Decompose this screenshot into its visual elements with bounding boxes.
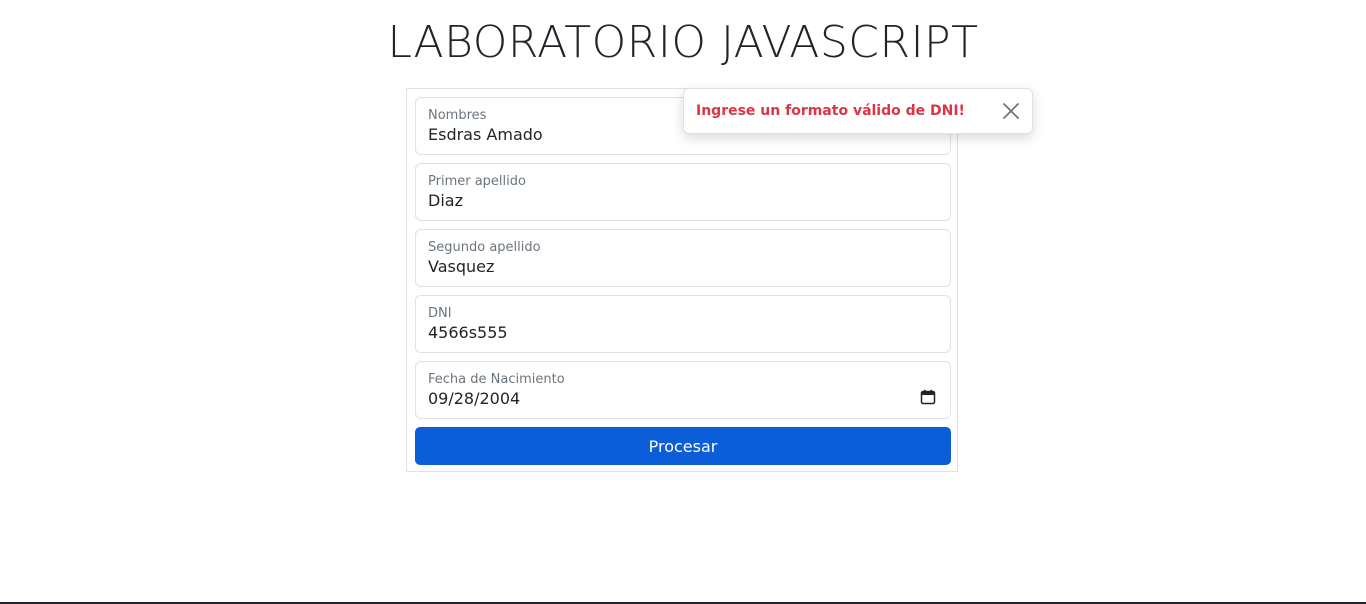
segundo-apellido-label: Segundo apellido (428, 240, 541, 255)
fecha-nacimiento-input[interactable]: 09/28/2004 (428, 389, 520, 409)
fecha-nacimiento-field[interactable]: Fecha de Nacimiento 09/28/2004 (415, 361, 951, 419)
close-icon[interactable] (1002, 102, 1020, 120)
dni-input[interactable]: 4566s555 (428, 323, 508, 343)
segundo-apellido-field[interactable]: Segundo apellido Vasquez (415, 229, 951, 287)
registration-form: Nombres Esdras Amado Primer apellido Dia… (406, 88, 958, 472)
page-title: LABORATORIO JAVASCRIPT (387, 17, 979, 68)
dni-field[interactable]: DNI 4566s555 (415, 295, 951, 353)
primer-apellido-field[interactable]: Primer apellido Diaz (415, 163, 951, 221)
nombres-label: Nombres (428, 108, 487, 123)
dni-label: DNI (428, 306, 452, 321)
primer-apellido-input[interactable]: Diaz (428, 191, 463, 211)
procesar-button[interactable]: Procesar (415, 427, 951, 465)
segundo-apellido-input[interactable]: Vasquez (428, 257, 494, 277)
fecha-nacimiento-label: Fecha de Nacimiento (428, 372, 565, 387)
primer-apellido-label: Primer apellido (428, 174, 526, 189)
error-toast: Ingrese un formato válido de DNI! (683, 88, 1033, 134)
calendar-icon[interactable] (920, 389, 936, 405)
toast-message: Ingrese un formato válido de DNI! (696, 103, 965, 119)
nombres-input[interactable]: Esdras Amado (428, 125, 543, 145)
